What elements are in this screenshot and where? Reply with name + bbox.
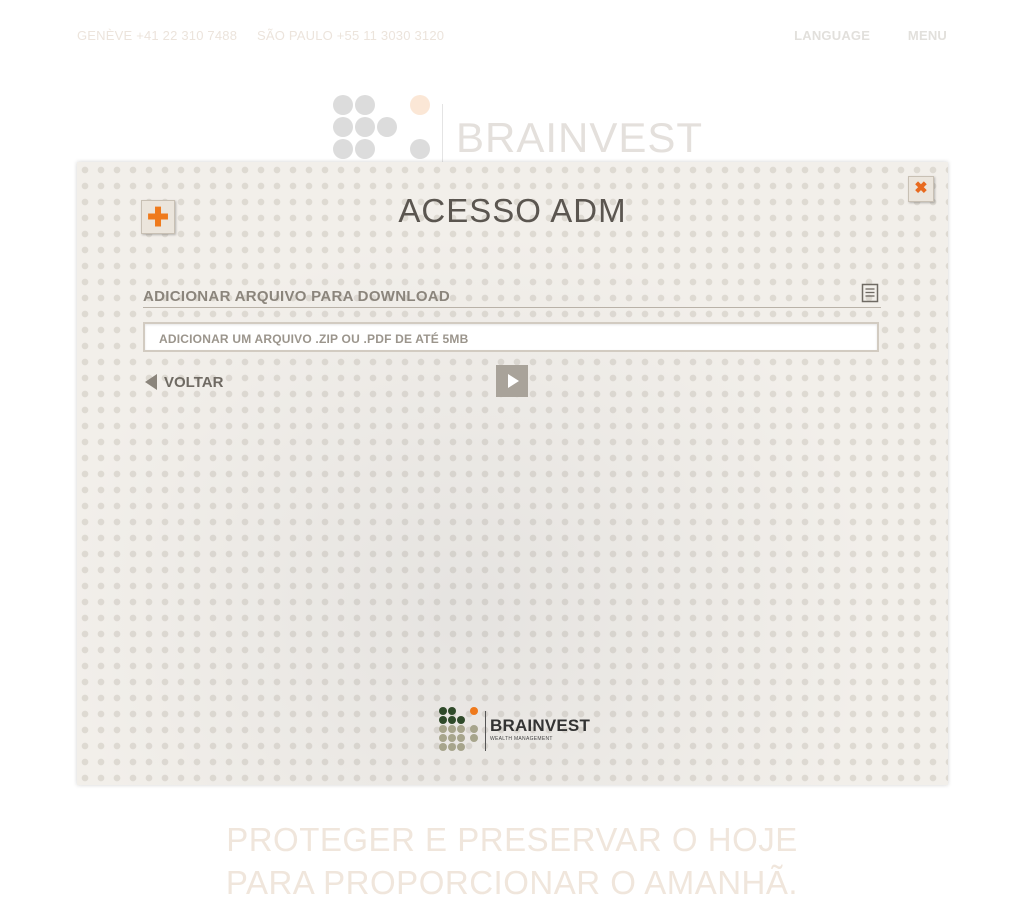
divider bbox=[143, 307, 881, 308]
contact-geneve: GENÈVE +41 22 310 7488 bbox=[77, 28, 238, 43]
top-nav: LANGUAGE MENU bbox=[760, 28, 947, 43]
document-icon[interactable] bbox=[861, 283, 879, 303]
footer-brand-subtitle: WEALTH MANAGEMENT bbox=[490, 736, 553, 742]
modal-title: ACESSO ADM bbox=[398, 192, 627, 229]
tagline-line-2: PARA PROPORCIONAR O AMANHÃ. bbox=[225, 864, 799, 901]
contact-sao-paulo: SÃO PAULO +55 11 3030 3120 bbox=[256, 28, 445, 43]
section-label: ADICIONAR ARQUIVO PARA DOWNLOAD bbox=[143, 288, 451, 305]
contacts: GENÈVE +41 22 310 7488 SÃO PAULO +55 11 … bbox=[77, 28, 460, 43]
submit-button[interactable] bbox=[496, 365, 528, 397]
play-icon bbox=[508, 374, 519, 388]
header-logo: BRAINVEST bbox=[330, 92, 710, 172]
top-bar: GENÈVE +41 22 310 7488 SÃO PAULO +55 11 … bbox=[77, 28, 947, 44]
back-arrow-icon bbox=[145, 374, 157, 390]
logo-dots-icon bbox=[330, 92, 430, 162]
tagline-line-1: PROTEGER E PRESERVAR O HOJE bbox=[226, 821, 798, 858]
menu-link[interactable]: MENU bbox=[908, 28, 947, 43]
language-link[interactable]: LANGUAGE bbox=[794, 28, 870, 43]
footer-brand-name: BRAINVEST bbox=[490, 716, 591, 735]
file-upload-field[interactable]: ADICIONAR UM ARQUIVO .ZIP OU .PDF DE ATÉ… bbox=[143, 322, 879, 352]
back-label: VOLTAR bbox=[164, 374, 224, 391]
admin-access-modal: ✖ ✚ ACESSO ADM ADICIONAR ARQUIVO PARA DO… bbox=[77, 162, 948, 785]
file-upload-placeholder: ADICIONAR UM ARQUIVO .ZIP OU .PDF DE ATÉ… bbox=[159, 332, 469, 346]
footer-logo: BRAINVEST WEALTH MANAGEMENT bbox=[439, 705, 591, 757]
header-brand-name: BRAINVEST bbox=[456, 114, 704, 161]
tagline: PROTEGER E PRESERVAR O HOJE PARA PROPORC… bbox=[0, 818, 1024, 904]
